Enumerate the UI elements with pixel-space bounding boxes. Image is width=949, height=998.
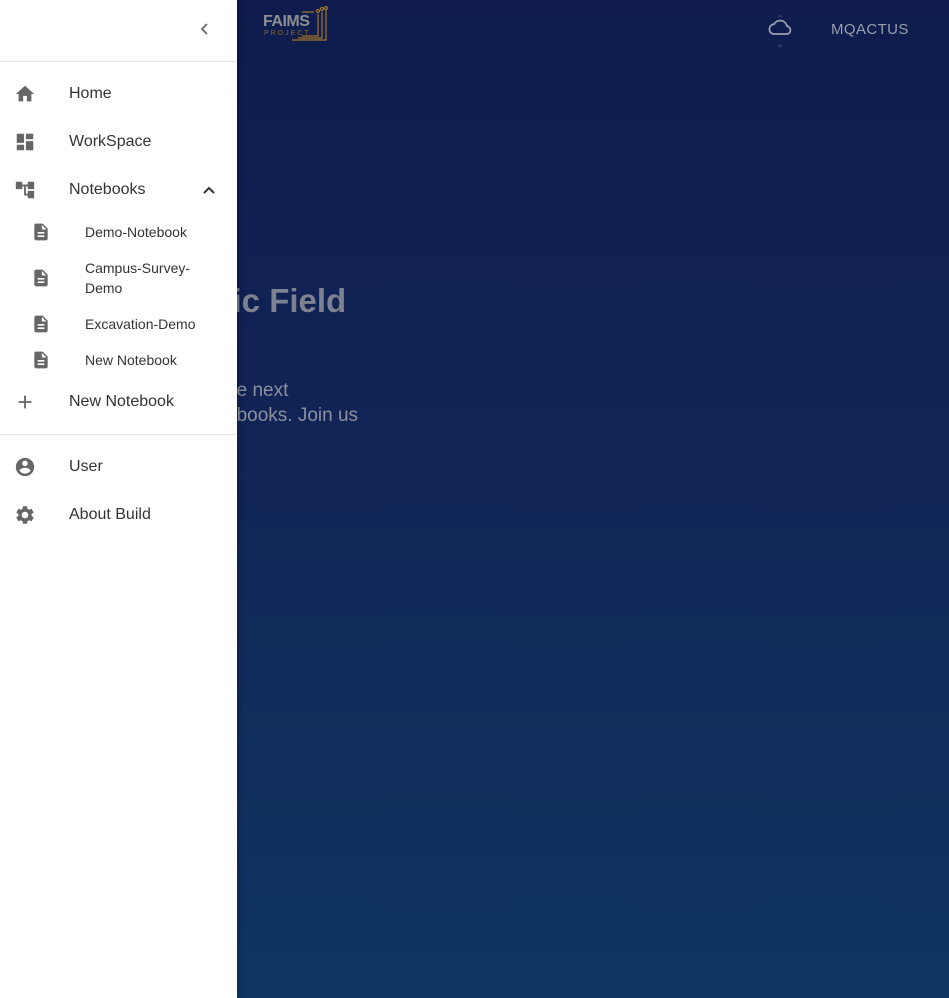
collapse-drawer-button[interactable] <box>190 14 220 44</box>
description-icon <box>34 269 48 287</box>
notebook-item-label: Excavation-Demo <box>85 316 196 332</box>
dashboard-icon <box>16 133 34 151</box>
nav-item-label: New Notebook <box>69 393 174 410</box>
notebook-item-new-notebook[interactable]: New Notebook <box>0 346 237 374</box>
nav-item-about-build[interactable]: About Build <box>0 491 237 539</box>
sync-cloud-icon[interactable] <box>764 12 796 52</box>
notebook-item-label: Demo-Notebook <box>85 224 187 240</box>
nav-item-label: About Build <box>69 506 151 523</box>
home-icon <box>15 85 35 102</box>
notebook-item-label: Campus-Survey-Demo <box>85 260 191 296</box>
nav-item-new-notebook[interactable]: New Notebook <box>0 378 237 426</box>
add-icon <box>18 395 32 409</box>
nav-item-notebooks[interactable]: Notebooks <box>0 166 237 214</box>
logo-text: FAIMS <box>263 13 310 30</box>
nav-item-home[interactable]: Home <box>0 70 237 118</box>
logo-subtext: PROJECT <box>264 30 311 37</box>
nav-item-label: WorkSpace <box>69 133 152 150</box>
settings-icon <box>16 506 34 524</box>
username-button[interactable]: MQACTUS <box>831 21 909 38</box>
nav-item-label: User <box>69 458 103 475</box>
nav-item-user[interactable]: User <box>0 443 237 491</box>
chevron-up-icon[interactable] <box>199 180 219 200</box>
drawer-header <box>0 0 237 62</box>
nav-item-label: Notebooks <box>69 181 146 198</box>
account-tree-icon <box>15 181 35 199</box>
navigation-drawer: Home WorkSpace Notebooks Demo-Notebook C… <box>0 0 237 998</box>
drawer-divider <box>0 434 237 435</box>
description-icon <box>34 351 48 369</box>
account-circle-icon <box>15 457 35 477</box>
nav-item-label: Home <box>69 85 112 102</box>
notebook-item-label: New Notebook <box>85 352 177 368</box>
faims-logo[interactable]: FAIMS PROJECT <box>262 6 332 46</box>
notebook-item-campus-survey-demo[interactable]: Campus-Survey-Demo <box>0 258 237 298</box>
description-icon <box>34 315 48 333</box>
description-icon <box>34 223 48 241</box>
notebook-item-excavation-demo[interactable]: Excavation-Demo <box>0 310 237 338</box>
nav-item-workspace[interactable]: WorkSpace <box>0 118 237 166</box>
notebook-item-demo-notebook[interactable]: Demo-Notebook <box>0 218 237 246</box>
chevron-left-icon <box>200 23 208 35</box>
